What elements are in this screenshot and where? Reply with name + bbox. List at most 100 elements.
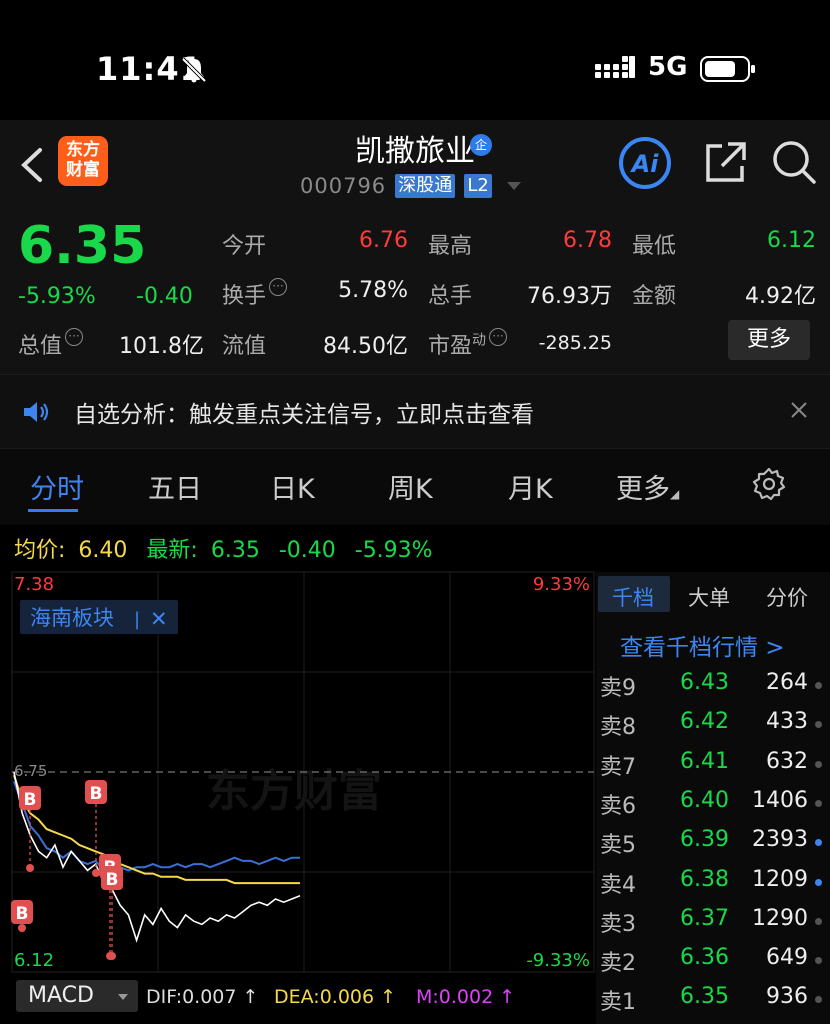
tab-monthly-k[interactable]: 月K [508,467,553,506]
ob-volume: 649 [766,945,808,971]
code-row[interactable]: 000796 深股通 L2 [300,174,521,202]
more-button[interactable]: 更多 [728,320,810,360]
ob-volume: 1209 [752,866,808,892]
dot-icon [815,957,822,965]
signal-icon [595,56,635,78]
share-icon[interactable] [702,138,748,186]
sector-tag-label: 海南板块 [30,606,114,630]
period-tabs: 分时 五日 日K 周K 月K 更多◢ [0,448,830,525]
dot-icon [815,917,822,925]
ob-price: 6.43 [680,670,729,695]
ob-label: 卖8 [600,715,636,741]
order-book-row[interactable]: 卖9 6.43 264 [596,670,830,709]
avg-change: -0.40 [278,538,336,563]
svg-text:B: B [24,790,37,810]
corner-caret-icon: ◢ [670,487,680,501]
tab-five-day[interactable]: 五日 [148,467,202,506]
avg-value: 6.40 [78,538,128,563]
ob-volume: 1406 [752,787,808,813]
stock-code: 000796 [300,174,387,198]
notice-text[interactable]: 自选分析：触发重点关注信号，立即点击查看 [74,395,534,429]
intraday-chart[interactable]: 东方财富 6.75 7.38 9.33% 6.12 -9.33% 海南板块 | … [0,568,596,974]
close-icon[interactable]: ✕ [150,607,168,631]
ob-tab-price-dist[interactable]: 分价 [766,582,808,612]
ob-volume: 2393 [752,827,808,853]
macd-dea: DEA:0.006 ↑ [274,986,397,1008]
level-tag: L2 [464,174,492,198]
amount-label: 金额 [632,284,677,309]
last-value: 6.35 [210,538,260,563]
ob-volume: 1290 [752,905,808,931]
ai-assistant-button[interactable]: Ai [616,136,674,190]
avg-change-pct: -5.93% [354,538,433,563]
order-book-row[interactable]: 卖3 6.37 1290 [596,906,830,945]
float-label: 流值 [222,334,267,359]
ob-price: 6.40 [680,787,729,813]
ob-tab-depth[interactable]: 千档 [612,582,654,612]
pe-label[interactable]: 市盈动 ··· [428,328,508,360]
order-book-row[interactable]: 卖6 6.40 1406 [596,788,830,827]
bell-off-icon [181,57,207,83]
pe-value: -285.25 [538,332,612,354]
order-book-row[interactable]: 卖5 6.39 2393 [596,827,830,866]
low-value: 6.12 [767,228,816,253]
pe-sup: 动 [472,332,487,349]
ob-volume: 264 [766,670,808,695]
ob-price: 6.42 [680,709,729,735]
ob-price: 6.37 [680,905,729,931]
speaker-icon [24,402,49,422]
ob-tab-big-order[interactable]: 大单 [688,582,730,612]
turnover-label[interactable]: 换手 ··· [222,278,288,310]
ob-label: 卖6 [600,793,636,819]
tab-daily-k[interactable]: 日K [270,467,315,506]
quote-panel: 6.35 -5.93% -0.40 今开 6.76 最高 6.78 最低 6.1… [0,208,830,374]
gear-icon[interactable] [752,467,786,501]
y-bottom-label: 6.12 [14,950,54,971]
high-value: 6.78 [563,228,612,253]
turnover-value: 5.78% [338,278,408,303]
ob-price: 6.39 [680,827,729,853]
prev-close-label: 6.75 [14,762,47,780]
mktcap-label[interactable]: 总值 ··· [18,328,84,360]
dot-icon [815,878,822,886]
ob-volume: 936 [766,984,808,1010]
order-book-row[interactable]: 卖7 6.41 632 [596,749,830,788]
ob-label: 卖2 [600,951,636,977]
dot-icon [815,799,822,807]
order-book-row[interactable]: 卖2 6.36 649 [596,945,830,984]
chevron-down-icon[interactable] [118,994,128,1000]
order-book-row[interactable]: 卖8 6.42 433 [596,709,830,748]
close-icon[interactable] [788,399,810,421]
order-book-row[interactable]: 卖1 6.35 936 [596,984,830,1023]
svg-text:B: B [90,784,103,804]
open-value: 6.76 [359,228,408,253]
status-bar: 11:41 5G [0,0,830,120]
last-price: 6.35 [18,216,147,276]
dot-icon [815,996,822,1004]
ob-price: 6.41 [680,748,729,774]
pct-bottom-label: -9.33% [526,950,590,971]
ob-volume: 433 [766,709,808,735]
info-icon[interactable]: ··· [269,278,288,296]
order-book-row[interactable]: 卖4 6.38 1209 [596,867,830,906]
chevron-down-icon[interactable] [506,182,521,190]
tab-intraday[interactable]: 分时 [30,467,84,506]
ob-price: 6.38 [680,866,729,892]
search-icon[interactable] [770,138,818,186]
sector-tag[interactable]: 海南板块 | ✕ [20,600,178,634]
amount-value: 4.92亿 [745,284,816,309]
average-row: 均价: 6.40 最新: 6.35 -0.40 -5.93% [14,532,433,564]
ob-label: 卖4 [600,872,636,898]
volume-label: 总手 [428,284,473,309]
low-label: 最低 [632,234,677,259]
dot-icon [815,682,822,689]
tab-indicator [28,509,78,512]
ob-price: 6.36 [680,945,729,971]
tab-weekly-k[interactable]: 周K [388,467,433,506]
info-icon[interactable]: ··· [489,328,508,346]
depth-link[interactable]: 查看千档行情 > [620,628,785,662]
tab-more[interactable]: 更多◢ [616,467,679,506]
tab-more-label: 更多 [616,474,670,505]
info-icon[interactable]: ··· [65,328,84,346]
notice-bar[interactable]: 自选分析：触发重点关注信号，立即点击查看 [0,374,830,449]
